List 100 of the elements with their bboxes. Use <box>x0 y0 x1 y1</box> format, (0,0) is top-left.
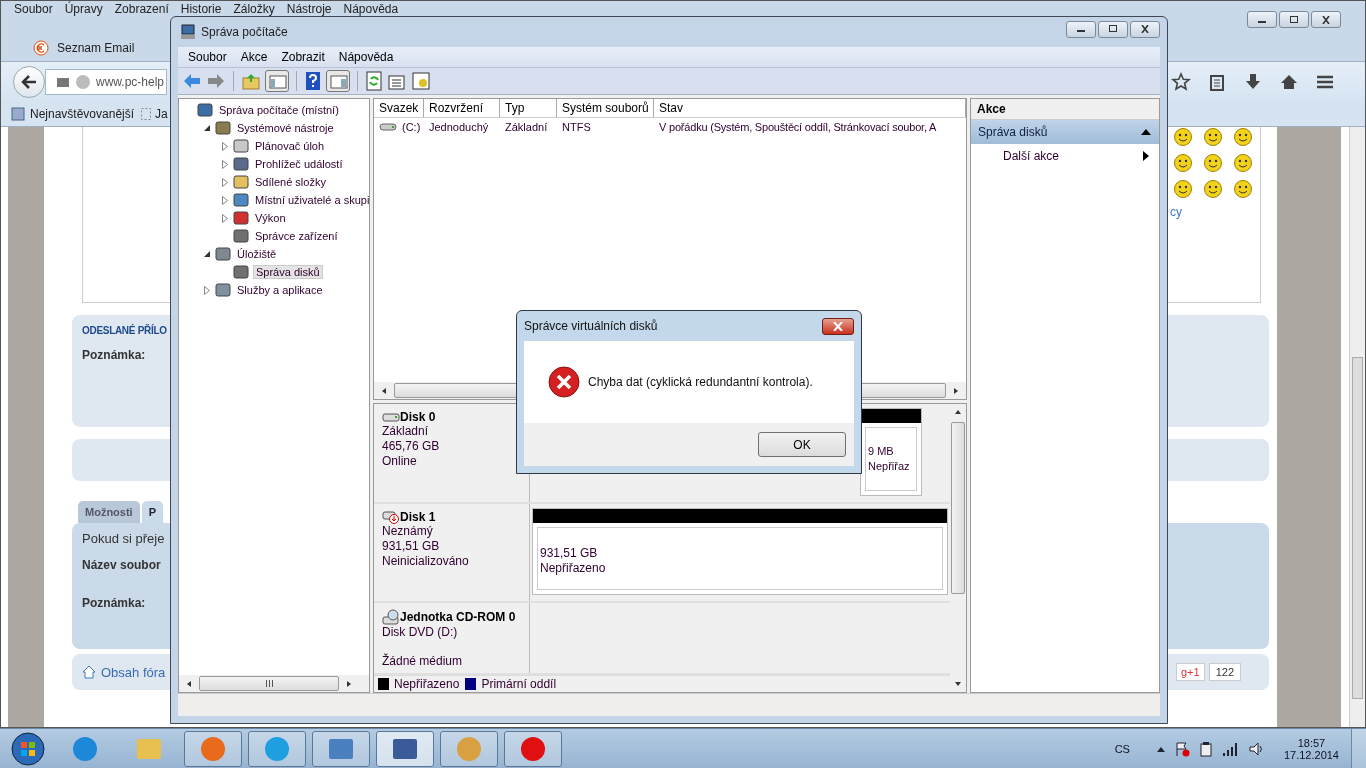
home-icon[interactable] <box>1279 72 1299 92</box>
disk-size: 465,76 GB <box>382 439 441 454</box>
menu-item[interactable]: Nápověda <box>343 2 399 16</box>
language-indicator[interactable]: CS <box>1114 742 1130 755</box>
scrollbar[interactable] <box>179 675 369 692</box>
menu-item[interactable]: Zobrazení <box>114 2 169 16</box>
drive-icon <box>382 411 400 423</box>
action-item[interactable]: Další akce <box>971 144 1159 168</box>
emoticon-icon[interactable] <box>1203 127 1223 147</box>
clock-date[interactable]: 17.12.2014 <box>1283 748 1339 761</box>
windows-logo-icon <box>10 730 46 767</box>
menu-item[interactable]: Akce <box>240 50 268 64</box>
close-button[interactable] <box>1311 11 1341 28</box>
back-button[interactable] <box>13 66 45 98</box>
emoticon-icon[interactable] <box>1233 127 1253 147</box>
emoticon-icon[interactable] <box>1173 179 1193 199</box>
menu-item[interactable]: Nápověda <box>338 50 394 64</box>
refresh-icon[interactable] <box>365 71 383 91</box>
ok-button[interactable]: OK <box>758 432 846 457</box>
expand-arrow-icon[interactable] <box>203 285 211 295</box>
clipboard-icon[interactable] <box>1207 72 1227 92</box>
tree-item[interactable]: Sdílené složky <box>253 176 328 188</box>
settings-icon[interactable] <box>411 71 431 91</box>
tab[interactable]: P <box>141 501 163 523</box>
forward-arrow-icon[interactable] <box>206 72 226 90</box>
note-label: Poznámka: <box>82 348 146 362</box>
action-pane-icon[interactable] <box>326 70 350 92</box>
expand-arrow-icon[interactable] <box>221 177 229 187</box>
close-icon <box>832 321 844 331</box>
scroll-right-icon[interactable] <box>345 679 353 688</box>
tree-item[interactable]: Správa disků <box>253 265 323 279</box>
menu-item[interactable]: Zobrazit <box>281 50 325 64</box>
emoticon-icon[interactable] <box>1203 179 1223 199</box>
scroll-up-icon[interactable] <box>954 408 962 416</box>
taskbar-button[interactable] <box>376 730 434 767</box>
tree-item[interactable]: Úložiště <box>235 248 279 260</box>
console-tree-icon[interactable] <box>265 70 289 92</box>
browser-tab[interactable]: Seznam Email <box>21 35 147 61</box>
action-section[interactable]: Správa disků <box>971 120 1159 144</box>
expand-arrow-icon[interactable] <box>221 159 229 169</box>
taskbar-button[interactable] <box>440 730 498 767</box>
back-arrow-icon[interactable] <box>182 72 202 90</box>
taskbar-button[interactable] <box>504 730 562 767</box>
tree-item[interactable]: Správa počítače (místní) <box>217 104 341 116</box>
disk-size: 931,51 GB <box>382 538 441 554</box>
clock-time[interactable]: 18:57 <box>1297 736 1326 749</box>
maximize-button[interactable] <box>1098 20 1128 38</box>
emoticon-icon[interactable] <box>1233 179 1253 199</box>
emoticon-icon[interactable] <box>1233 153 1253 173</box>
help-book-icon[interactable] <box>304 71 322 91</box>
scroll-left-icon[interactable] <box>380 386 388 395</box>
signal-icon[interactable] <box>1221 740 1240 757</box>
expand-arrow-icon[interactable] <box>221 141 229 151</box>
url-field[interactable]: www.pc-help <box>45 69 167 95</box>
power-icon[interactable] <box>1197 740 1214 757</box>
tree-item[interactable]: Výkon <box>253 212 288 224</box>
emoticon-icon[interactable] <box>1203 153 1223 173</box>
partition-block[interactable]: 931,51 GB Nepřiřazeno <box>532 507 948 596</box>
tree-item[interactable]: Systémové nástroje <box>235 122 336 134</box>
taskbar-button[interactable] <box>312 730 370 767</box>
link[interactable]: cy <box>1165 205 1182 219</box>
menu-item[interactable]: Historie <box>180 2 222 16</box>
tree-node-icon <box>233 174 249 190</box>
menu-item[interactable]: Záložky <box>233 2 275 16</box>
expand-arrow-icon[interactable] <box>221 195 229 205</box>
minimize-button[interactable] <box>1247 11 1277 28</box>
scroll-right-icon[interactable] <box>952 386 960 395</box>
menu-item[interactable]: Nástroje <box>286 2 332 16</box>
scrollbar[interactable] <box>1349 127 1365 727</box>
menu-item[interactable]: Soubor <box>188 50 227 64</box>
menu-item[interactable]: Úpravy <box>64 2 103 16</box>
expand-arrow-icon[interactable] <box>221 213 229 223</box>
close-button[interactable] <box>822 317 854 335</box>
tree-item[interactable]: Plánovač úloh <box>253 140 327 152</box>
scroll-left-icon[interactable] <box>185 679 193 688</box>
maximize-button[interactable] <box>1279 11 1309 28</box>
emoticon-icon[interactable] <box>1173 153 1193 173</box>
taskbar-button[interactable] <box>248 730 306 767</box>
emoticon-icon[interactable] <box>1173 127 1193 147</box>
collapse-arrow-icon[interactable] <box>203 124 211 132</box>
taskbar-button[interactable] <box>184 730 242 767</box>
tab[interactable]: Možnosti <box>78 501 140 523</box>
minimize-button[interactable] <box>1066 20 1096 38</box>
google-plus-button[interactable]: g+1 <box>1175 663 1205 681</box>
tree-item[interactable]: Místní uživatelé a skupi <box>253 194 369 206</box>
close-button[interactable] <box>1130 20 1160 38</box>
flag-icon[interactable] <box>1173 740 1190 757</box>
disk-name: Disk 1 <box>382 509 521 524</box>
bookmark-item[interactable]: Nejnavštěvovanější <box>11 107 135 121</box>
bookmark-item[interactable]: Ja <box>140 107 168 121</box>
tree-item[interactable]: Správce zařízení <box>253 230 340 242</box>
menu-item[interactable]: Soubor <box>14 2 53 16</box>
maximize-icon <box>1288 15 1300 24</box>
star-icon[interactable] <box>1171 72 1191 92</box>
tree-item[interactable]: Prohlížeč událostí <box>253 158 345 170</box>
scroll-down-icon[interactable] <box>954 680 962 688</box>
tree-item[interactable]: Služby a aplikace <box>235 284 325 296</box>
collapse-arrow-icon[interactable] <box>203 250 211 258</box>
partition-block[interactable]: 9 MB Nepřiřaz <box>860 408 922 496</box>
forum-link[interactable]: Obsah fóra <box>82 664 166 680</box>
